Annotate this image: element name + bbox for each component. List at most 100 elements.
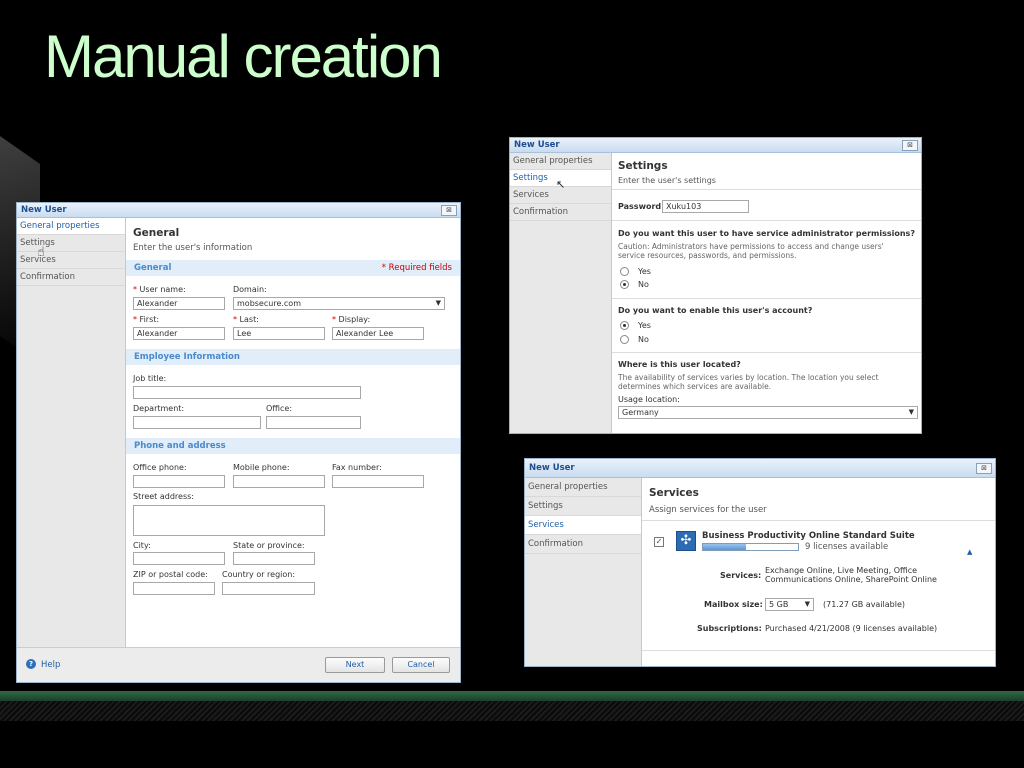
chevron-down-icon: ▼: [908, 408, 914, 416]
mobile-phone-label: Mobile phone:: [233, 463, 290, 472]
nav-general-properties[interactable]: General properties: [510, 153, 611, 170]
display-name-input[interactable]: Alexander Lee: [332, 327, 424, 340]
new-user-window-general: New User ⊠ General properties Settings S…: [16, 202, 461, 683]
city-label: City:: [133, 541, 151, 550]
nav-confirmation[interactable]: Confirmation: [525, 535, 641, 554]
licenses-available: 9 licenses available: [805, 542, 889, 552]
page-subheading: Enter the user's settings: [618, 176, 716, 185]
enable-no-radio[interactable]: [620, 335, 629, 344]
zip-input[interactable]: [133, 582, 215, 595]
section-general-header: General * Required fields: [126, 260, 460, 276]
general-content: General Enter the user's information Gen…: [126, 218, 460, 648]
suite-name: Business Productivity Online Standard Su…: [702, 531, 915, 541]
chevron-down-icon: ▼: [804, 600, 810, 608]
close-icon[interactable]: ⊠: [441, 205, 457, 216]
admin-no-radio[interactable]: [620, 280, 629, 289]
window-titlebar: New User ⊠: [17, 203, 460, 218]
street-address-label: Street address:: [133, 492, 194, 501]
decorative-texture-strip: [0, 701, 1024, 721]
office-input[interactable]: [266, 416, 361, 429]
nav-general-properties[interactable]: General properties: [17, 218, 125, 235]
state-label: State or province:: [233, 541, 305, 550]
department-label: Department:: [133, 404, 185, 413]
license-bar: [702, 543, 799, 551]
close-icon[interactable]: ⊠: [976, 463, 992, 474]
enable-no-label: No: [638, 335, 649, 344]
subscriptions-value: Purchased 4/21/2008 (9 licenses availabl…: [765, 624, 938, 633]
close-icon[interactable]: ⊠: [902, 140, 918, 151]
slide-title: Manual creation: [44, 23, 443, 90]
window-titlebar: New User ⊠: [525, 459, 995, 478]
admin-yes-radio[interactable]: [620, 267, 629, 276]
state-input[interactable]: [233, 552, 315, 565]
next-button[interactable]: Next: [325, 657, 385, 673]
divider: [612, 352, 921, 353]
job-title-label: Job title:: [133, 374, 167, 383]
license-bar-fill: [703, 544, 746, 550]
nav-services[interactable]: Services: [17, 252, 125, 269]
nav-general-properties[interactable]: General properties: [525, 478, 641, 497]
office-phone-input[interactable]: [133, 475, 225, 488]
nav-services[interactable]: Services: [525, 516, 641, 535]
first-name-label: * First:: [133, 315, 160, 324]
services-label: Services:: [720, 571, 762, 580]
mobile-phone-input[interactable]: [233, 475, 325, 488]
chevron-down-icon: ▼: [435, 299, 441, 307]
last-name-input[interactable]: Lee: [233, 327, 325, 340]
admin-no-label: No: [638, 280, 649, 289]
fax-input[interactable]: [332, 475, 424, 488]
street-address-textarea[interactable]: [133, 505, 325, 536]
window-title: New User: [514, 140, 560, 150]
wizard-nav: General properties Settings Services Con…: [510, 153, 612, 433]
domain-value: mobsecure.com: [237, 299, 301, 308]
wizard-nav: General properties Settings Services Con…: [525, 478, 642, 666]
department-input[interactable]: [133, 416, 261, 429]
subscriptions-label: Subscriptions:: [697, 624, 762, 633]
nav-confirmation[interactable]: Confirmation: [510, 204, 611, 221]
page-heading: Services: [649, 487, 699, 499]
window-titlebar: New User ⊠: [510, 138, 921, 153]
page-subheading: Assign services for the user: [649, 505, 767, 515]
usage-location-select[interactable]: Germany ▼: [618, 406, 918, 419]
user-name-input[interactable]: Alexander: [133, 297, 225, 310]
window-footer: ? Help Next Cancel: [17, 647, 460, 682]
enable-yes-radio[interactable]: [620, 321, 629, 330]
collapse-arrow-icon[interactable]: ▲: [967, 548, 972, 556]
section-employee-header: Employee Information: [126, 349, 460, 365]
window-title: New User: [21, 205, 67, 215]
country-input[interactable]: [222, 582, 315, 595]
window-title: New User: [529, 463, 575, 473]
country-label: Country or region:: [222, 570, 296, 579]
mailbox-available: (71.27 GB available): [823, 600, 906, 609]
page-heading: General: [133, 227, 180, 239]
section-phone-header: Phone and address: [126, 438, 460, 454]
user-name-label: * User name:: [133, 285, 186, 294]
nav-settings[interactable]: Settings: [17, 235, 125, 252]
first-name-input[interactable]: Alexander: [133, 327, 225, 340]
password-label: Password:: [618, 202, 665, 211]
job-title-input[interactable]: [133, 386, 361, 399]
mailbox-size-select[interactable]: 5 GB ▼: [765, 598, 814, 611]
cancel-button[interactable]: Cancel: [392, 657, 450, 673]
office-phone-label: Office phone:: [133, 463, 187, 472]
nav-settings[interactable]: Settings: [525, 497, 641, 516]
decorative-green-strip: [0, 691, 1024, 701]
enable-yes-label: Yes: [638, 321, 651, 330]
page-subheading: Enter the user's information: [133, 243, 253, 253]
domain-select[interactable]: mobsecure.com ▼: [233, 297, 445, 310]
help-link[interactable]: Help: [41, 660, 60, 670]
suite-checkbox[interactable]: ✓: [654, 537, 664, 547]
last-name-label: * Last:: [233, 315, 259, 324]
divider: [612, 189, 921, 190]
password-input[interactable]: Xuku103: [662, 200, 749, 213]
mailbox-size-value: 5 GB: [769, 600, 789, 609]
nav-confirmation[interactable]: Confirmation: [17, 269, 125, 286]
city-input[interactable]: [133, 552, 225, 565]
admin-question: Do you want this user to have service ad…: [618, 229, 915, 238]
usage-location-label: Usage location:: [618, 395, 680, 404]
fax-label: Fax number:: [332, 463, 382, 472]
pointer-cursor-icon: ↖: [556, 178, 566, 191]
page-heading: Settings: [618, 160, 668, 172]
required-fields-note: * Required fields: [381, 263, 452, 273]
help-icon[interactable]: ?: [26, 659, 36, 669]
